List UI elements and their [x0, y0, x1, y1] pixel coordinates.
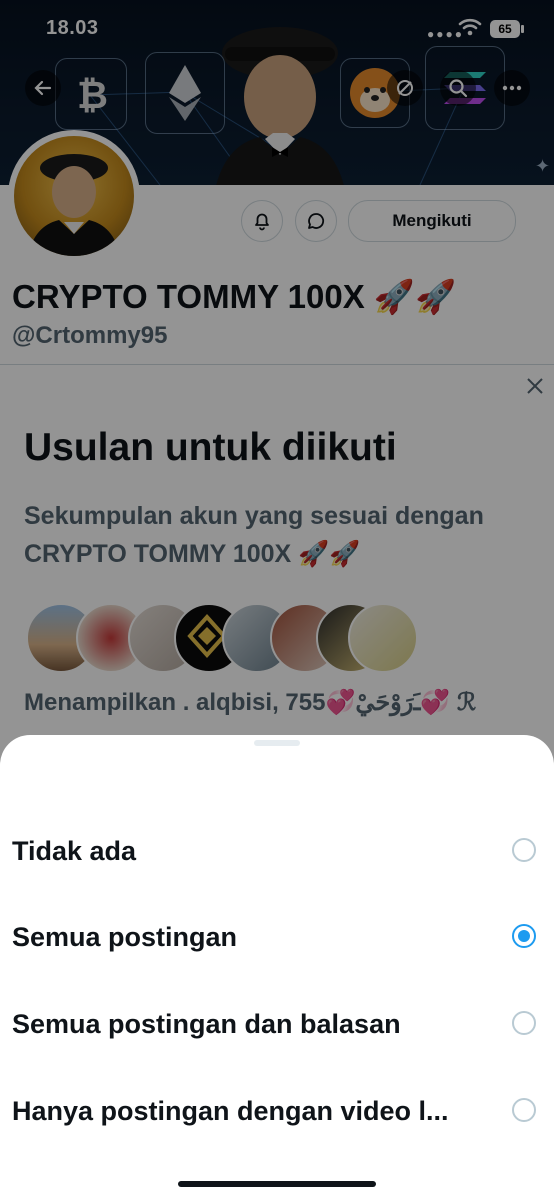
- option-posts-and-replies[interactable]: Semua postingan dan balasan: [0, 995, 554, 1055]
- option-label: Semua postingan dan balasan: [12, 1009, 401, 1039]
- radio-button[interactable]: [512, 1011, 536, 1035]
- radio-button[interactable]: [512, 1098, 536, 1122]
- option-all-posts[interactable]: Semua postingan: [0, 908, 554, 968]
- sheet-grabber[interactable]: [254, 740, 300, 746]
- radio-button[interactable]: [512, 838, 536, 862]
- option-none[interactable]: Tidak ada: [0, 822, 554, 882]
- option-label: Hanya postingan dengan video l...: [12, 1096, 449, 1126]
- home-indicator: [178, 1181, 376, 1187]
- option-label: Semua postingan: [12, 922, 238, 952]
- option-video-only[interactable]: Hanya postingan dengan video l...: [0, 1082, 554, 1142]
- radio-button-selected[interactable]: [512, 924, 536, 948]
- option-label: Tidak ada: [12, 836, 137, 866]
